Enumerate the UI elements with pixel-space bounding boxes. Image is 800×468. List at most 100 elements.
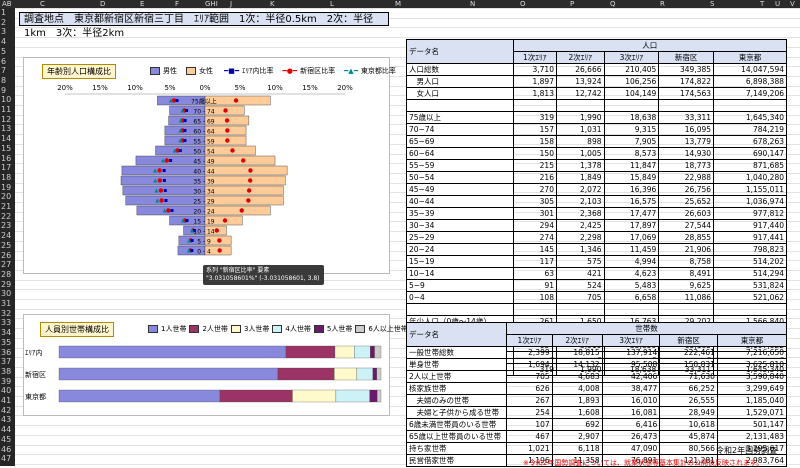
cell-value[interactable]: 871,685 [713, 159, 787, 172]
cell-value[interactable]: 7,905 [603, 135, 660, 148]
cell-value[interactable]: 977,812 [713, 207, 787, 220]
column-header-O[interactable]: O [520, 0, 526, 8]
column-header-D[interactable]: D [100, 0, 105, 8]
cell-value[interactable]: 45,874 [659, 430, 718, 443]
row-label[interactable]: 15−19 [406, 255, 514, 268]
cell-value[interactable]: 18,638 [603, 111, 660, 124]
cell-value[interactable]: 66,252 [659, 382, 718, 395]
cell-value[interactable]: 301 [512, 207, 557, 220]
cell-value[interactable]: 7,149,206 [713, 87, 787, 100]
cell-value[interactable]: 47,090 [601, 442, 661, 455]
row-header-9[interactable]: 9 [1, 86, 6, 95]
column-header-V[interactable]: V [790, 0, 795, 8]
row-header-19[interactable]: 19 [1, 183, 11, 192]
cell-value[interactable]: 1,021 [506, 442, 553, 455]
row-header-27[interactable]: 27 [1, 260, 11, 269]
cell-value[interactable]: 8,573 [603, 147, 660, 160]
column-header-T[interactable]: T [760, 0, 764, 8]
cell-value[interactable]: 11,459 [603, 243, 660, 256]
cell-value[interactable]: 1,031 [555, 123, 605, 136]
cell-value[interactable]: 6,898,388 [713, 75, 787, 88]
row-header-28[interactable]: 28 [1, 270, 11, 279]
row-label[interactable]: 75歳以上 [406, 111, 514, 124]
row-header-39[interactable]: 39 [1, 377, 11, 386]
column-header-Q[interactable]: Q [610, 0, 616, 8]
row-header-5[interactable]: 5 [1, 47, 6, 56]
cell-value[interactable]: 18,773 [658, 159, 715, 172]
cell-value[interactable] [603, 99, 660, 112]
row-label[interactable]: 夫婦のみの世帯 [406, 394, 507, 407]
cell-value[interactable]: 6,658 [603, 291, 660, 304]
cell-value[interactable]: 13,924 [555, 75, 605, 88]
cell-value[interactable]: 917,441 [713, 231, 787, 244]
cell-value[interactable]: 6,416 [601, 418, 661, 431]
cell-value[interactable]: 2,072 [555, 183, 605, 196]
column-header-L[interactable]: L [330, 0, 334, 8]
cell-value[interactable]: 784,219 [713, 123, 787, 136]
row-label[interactable]: 65−69 [406, 135, 514, 148]
cell-value[interactable]: 26,603 [658, 207, 715, 220]
cell-value[interactable]: 215 [512, 159, 557, 172]
cell-value[interactable]: 9,625 [658, 279, 715, 292]
cell-value[interactable]: 9,315 [603, 123, 660, 136]
cell-value[interactable]: 16,095 [658, 123, 715, 136]
cell-value[interactable]: 1,155,011 [713, 183, 787, 196]
cell-value[interactable]: 158 [512, 135, 557, 148]
column-header-J[interactable]: J [230, 0, 232, 8]
row-label[interactable]: 35−39 [406, 207, 514, 220]
row-header-35[interactable]: 35 [1, 338, 11, 347]
row-header-46[interactable]: 46 [1, 445, 11, 454]
row-header-32[interactable]: 32 [1, 309, 11, 318]
cell-value[interactable]: 692 [551, 418, 603, 431]
cell-value[interactable]: 531,824 [713, 279, 787, 292]
row-label[interactable]: 25−29 [406, 231, 514, 244]
column-header-S[interactable]: S [710, 0, 714, 8]
cell-value[interactable]: 514,294 [713, 267, 787, 280]
row-label[interactable]: 40−44 [406, 195, 514, 208]
cell-value[interactable]: 1,645,340 [713, 111, 787, 124]
cell-value[interactable]: 2,425 [555, 219, 605, 232]
cell-value[interactable]: 898 [555, 135, 605, 148]
row-label[interactable]: 10−14 [406, 267, 514, 280]
cell-value[interactable]: 26,473 [601, 430, 661, 443]
cell-value[interactable]: 12,742 [555, 87, 605, 100]
cell-value[interactable]: 349,385 [658, 63, 715, 76]
cell-value[interactable]: 798,823 [713, 243, 787, 256]
cell-value[interactable]: 501,147 [716, 418, 788, 431]
row-label[interactable]: 70−74 [406, 123, 514, 136]
cell-value[interactable]: 2,399 [506, 346, 553, 359]
row-label[interactable]: 一般世帯総数 [406, 346, 507, 359]
cell-value[interactable]: 27,544 [658, 219, 715, 232]
cell-value[interactable]: 294 [512, 219, 557, 232]
cell-value[interactable]: 63 [512, 267, 557, 280]
cell-value[interactable]: 16,010 [601, 394, 661, 407]
cell-value[interactable]: 16,396 [603, 183, 660, 196]
row-header-13[interactable]: 13 [1, 124, 11, 133]
row-header-37[interactable]: 37 [1, 357, 11, 366]
cell-value[interactable]: 150,831 [659, 358, 718, 371]
cell-value[interactable]: 174,822 [658, 75, 715, 88]
cell-value[interactable]: 3,710 [512, 63, 557, 76]
column-header-R[interactable]: R [660, 0, 665, 8]
cell-value[interactable]: 575 [555, 255, 605, 268]
row-header-24[interactable]: 24 [1, 231, 11, 240]
cell-value[interactable]: 1,849 [555, 171, 605, 184]
row-header-25[interactable]: 25 [1, 241, 11, 250]
cell-value[interactable]: 38,477 [601, 382, 661, 395]
cell-value[interactable]: 3,299,649 [716, 382, 788, 395]
cell-value[interactable]: 521,062 [713, 291, 787, 304]
cell-value[interactable]: 15,849 [603, 171, 660, 184]
cell-value[interactable]: 106,256 [603, 75, 660, 88]
cell-value[interactable]: 17,069 [603, 231, 660, 244]
column-header-F[interactable]: F [175, 0, 179, 8]
row-label[interactable]: 55−59 [406, 159, 514, 172]
cell-value[interactable]: 8,758 [658, 255, 715, 268]
row-header-7[interactable]: 7 [1, 66, 6, 75]
cell-value[interactable]: 705 [555, 291, 605, 304]
cell-value[interactable] [603, 303, 660, 316]
row-header-8[interactable]: 8 [1, 76, 6, 85]
column-header-P[interactable]: P [570, 0, 574, 8]
cell-value[interactable]: 25,652 [658, 195, 715, 208]
cell-value[interactable]: 150 [512, 147, 557, 160]
row-header-12[interactable]: 12 [1, 115, 11, 124]
